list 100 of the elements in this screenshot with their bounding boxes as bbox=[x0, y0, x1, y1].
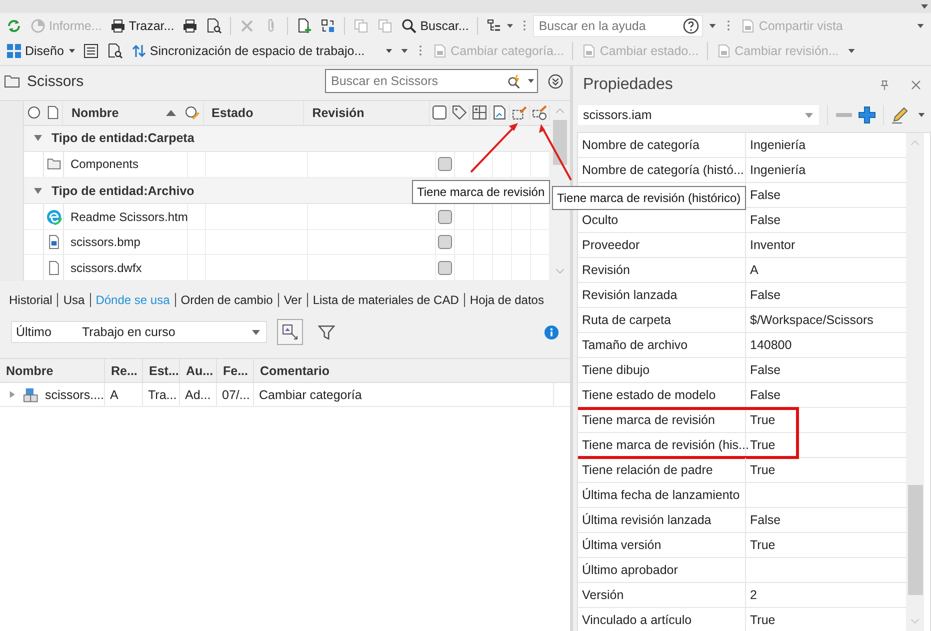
caret-icon[interactable] bbox=[848, 48, 855, 52]
column-header[interactable]: Estado bbox=[212, 106, 254, 120]
tree-list-icon bbox=[486, 18, 502, 34]
table-cell: scissors.... bbox=[44, 388, 104, 402]
property-value: True bbox=[750, 463, 776, 477]
property-name: Ruta de carpeta bbox=[582, 313, 671, 327]
grip-icon[interactable] bbox=[522, 20, 526, 31]
checkbox[interactable] bbox=[438, 235, 452, 250]
column-header[interactable]: Nombre bbox=[0, 359, 105, 382]
page-icon bbox=[740, 18, 756, 34]
property-name: Último aprobador bbox=[582, 563, 678, 577]
caret-icon[interactable] bbox=[921, 4, 928, 9]
caret-icon[interactable] bbox=[917, 24, 924, 28]
caret-icon[interactable] bbox=[528, 79, 534, 83]
expand-triangle-icon[interactable] bbox=[34, 134, 42, 142]
property-value: False bbox=[750, 188, 781, 202]
file-name[interactable]: scissors.dwfx bbox=[70, 260, 142, 275]
folder-search-field[interactable]: Buscar en Scissors bbox=[325, 69, 538, 93]
checkbox[interactable] bbox=[438, 157, 452, 172]
property-name: Tiene marca de revisión bbox=[582, 413, 715, 427]
caret-icon[interactable] bbox=[400, 48, 408, 52]
property-name: Última versión bbox=[582, 538, 662, 552]
pin-icon[interactable] bbox=[880, 80, 889, 90]
property-name: Revisión lanzada bbox=[582, 288, 678, 302]
property-value: False bbox=[750, 363, 781, 377]
file-name[interactable]: scissors.bmp bbox=[70, 235, 140, 250]
file-dropdown[interactable]: scissors.iam bbox=[577, 104, 820, 126]
pie-chart-icon bbox=[30, 18, 46, 34]
assembly-icon bbox=[22, 386, 38, 402]
list-icon bbox=[82, 42, 99, 58]
caret-icon bbox=[252, 330, 260, 334]
markup-pencil-icon bbox=[510, 105, 530, 120]
close-icon[interactable] bbox=[911, 80, 921, 90]
tab[interactable]: Usa bbox=[63, 293, 85, 307]
grip-icon[interactable] bbox=[726, 20, 730, 31]
copy-icon bbox=[353, 18, 370, 34]
caret-icon[interactable] bbox=[708, 24, 716, 28]
property-name: Versión bbox=[582, 588, 624, 602]
caret-icon bbox=[805, 112, 813, 118]
caret-icon[interactable] bbox=[918, 113, 925, 117]
property-value: False bbox=[750, 513, 781, 527]
page-magnifier-icon bbox=[206, 18, 222, 34]
property-value: Ingeniería bbox=[750, 163, 806, 177]
column-header[interactable]: Comentario bbox=[254, 359, 554, 382]
filter-icon[interactable] bbox=[318, 324, 335, 340]
group-header: Tipo de entidad:Archivo bbox=[51, 184, 194, 198]
property-value: 2 bbox=[750, 588, 757, 602]
collapse-circle-icon[interactable] bbox=[548, 74, 563, 88]
column-header[interactable]: Au... bbox=[180, 359, 217, 382]
tab[interactable]: Orden de cambio bbox=[180, 293, 273, 307]
scroll-thumb[interactable] bbox=[553, 120, 568, 165]
tab[interactable]: Ver bbox=[284, 293, 302, 307]
expand-triangle-icon[interactable] bbox=[34, 186, 42, 195]
help-icon[interactable] bbox=[682, 18, 699, 34]
page-icon bbox=[580, 42, 597, 58]
column-header[interactable]: Nombre bbox=[71, 106, 119, 120]
checkbox-icon bbox=[430, 105, 450, 120]
version-dropdown[interactable]: Último Trabajo en curso bbox=[11, 321, 267, 343]
grip-icon[interactable] bbox=[418, 45, 422, 56]
table-cell: A bbox=[105, 383, 143, 406]
page-magnifier-icon bbox=[106, 42, 123, 58]
caret-icon bbox=[68, 48, 75, 52]
table-cell: Tra... bbox=[143, 383, 180, 406]
page-icon bbox=[716, 42, 732, 58]
search-icon[interactable] bbox=[507, 74, 522, 88]
file-name[interactable]: Components bbox=[70, 157, 138, 172]
select-tool-button[interactable] bbox=[277, 319, 303, 345]
column-header[interactable]: Est... bbox=[143, 359, 180, 382]
help-search-field[interactable]: Buscar en la ayuda bbox=[532, 14, 703, 36]
checkbox[interactable] bbox=[438, 260, 452, 275]
file-name[interactable]: Readme Scissors.htm bbox=[70, 210, 188, 224]
toolbar-button[interactable]: Trazar... bbox=[106, 16, 178, 36]
property-value: True bbox=[750, 538, 776, 552]
column-header[interactable]: Re... bbox=[105, 359, 143, 382]
toolbar-button[interactable]: Diseño bbox=[3, 40, 78, 60]
pencil-icon[interactable] bbox=[891, 106, 909, 124]
plus-icon[interactable] bbox=[858, 106, 876, 124]
toolbar-button[interactable]: Sincronización de espacio de trabajo... bbox=[128, 40, 395, 60]
column-header[interactable]: Fe... bbox=[217, 359, 254, 382]
tab[interactable]: Historial bbox=[9, 293, 52, 307]
property-value: Ingeniería bbox=[750, 138, 806, 152]
scrollbar[interactable] bbox=[906, 133, 924, 631]
tab[interactable]: Lista de materiales de CAD bbox=[312, 293, 459, 307]
info-icon[interactable] bbox=[544, 324, 559, 340]
property-value: True bbox=[750, 613, 776, 627]
checkbox[interactable] bbox=[438, 210, 452, 224]
property-value: True bbox=[750, 413, 776, 427]
column-header[interactable]: Revisión bbox=[312, 106, 364, 120]
folder-icon bbox=[4, 74, 20, 88]
caret-icon bbox=[386, 48, 392, 52]
property-value: False bbox=[750, 288, 781, 302]
property-name: Nombre de categoría bbox=[582, 138, 700, 152]
vault-folder-title: Scissors bbox=[27, 72, 84, 90]
tab[interactable]: Hoja de datos bbox=[470, 293, 544, 307]
page-icon bbox=[46, 106, 59, 120]
tag-icon bbox=[450, 105, 470, 120]
printer-icon bbox=[110, 18, 126, 34]
toolbar-button[interactable]: Buscar... bbox=[398, 16, 472, 36]
expand-triangle-icon[interactable] bbox=[9, 391, 16, 398]
scroll-thumb[interactable] bbox=[908, 485, 922, 595]
